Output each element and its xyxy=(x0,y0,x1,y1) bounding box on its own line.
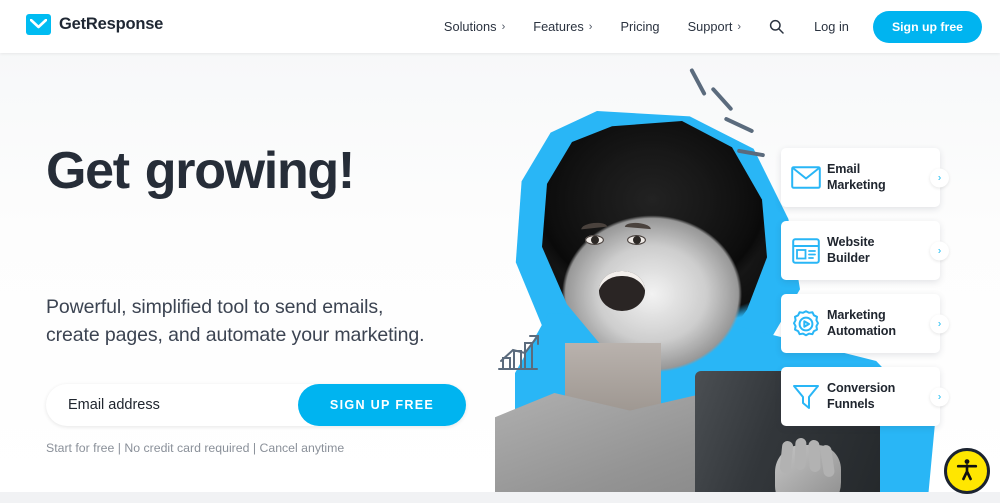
nav-label: Solutions xyxy=(443,19,497,34)
chevron-right-icon: › xyxy=(501,20,506,33)
finger xyxy=(794,437,807,471)
site-header: GetResponse Solutions › Features › Prici… xyxy=(0,0,1000,53)
chevron-right-icon: › xyxy=(930,314,949,333)
feature-card-marketing-automation[interactable]: Marketing Automation › xyxy=(781,294,949,353)
chevron-right-icon: › xyxy=(588,20,593,33)
finger xyxy=(808,439,821,473)
chevron-right-icon: › xyxy=(737,20,742,33)
signup-form: SIGN UP FREE xyxy=(46,384,466,426)
chevron-right-icon: › xyxy=(930,241,949,260)
eye-left xyxy=(585,235,604,245)
subtitle-line-2: create pages, and automate your marketin… xyxy=(46,323,425,346)
excitement-dash-icon xyxy=(710,86,734,112)
headline-plain: Get xyxy=(46,142,130,200)
nav-item-support[interactable]: Support › xyxy=(674,0,756,53)
brand-name: GetResponse xyxy=(59,15,164,33)
hero-section: Get growing! Powerful, simplified tool to… xyxy=(0,53,1000,492)
signup-free-submit-button[interactable]: SIGN UP FREE xyxy=(298,384,466,426)
envelope-icon xyxy=(781,166,827,189)
feature-card-conversion-funnels[interactable]: Conversion Funnels › xyxy=(781,367,949,426)
excitement-dash-icon xyxy=(689,67,707,97)
subtitle-line-1: Powerful, simplified tool to send emails… xyxy=(46,296,384,318)
envelope-logo-icon xyxy=(26,14,51,35)
headline-highlight: growing! xyxy=(135,145,362,197)
hero-subtitle: Powerful, simplified tool to send emails… xyxy=(46,294,425,349)
excitement-dash-icon xyxy=(723,116,755,134)
open-mouth xyxy=(599,271,645,311)
gear-play-icon xyxy=(781,309,827,339)
email-input[interactable] xyxy=(46,385,296,425)
funnel-icon xyxy=(781,383,827,411)
nav-item-pricing[interactable]: Pricing xyxy=(606,0,673,53)
nav-label: Support xyxy=(687,19,733,34)
eye-right xyxy=(627,235,646,245)
signup-disclaimer: Start for free | No credit card required… xyxy=(46,441,345,455)
accessibility-person-icon xyxy=(955,457,979,486)
nav-label: Features xyxy=(533,19,584,34)
login-link[interactable]: Log in xyxy=(798,0,865,53)
page-bottom-strip xyxy=(0,492,1000,503)
feature-card-label: Email Marketing xyxy=(827,161,886,192)
search-icon[interactable] xyxy=(755,0,798,53)
nav-label: Pricing xyxy=(620,19,660,34)
browser-window-icon xyxy=(781,237,827,264)
feature-card-email-marketing[interactable]: Email Marketing › xyxy=(781,148,949,207)
main-navigation: Solutions › Features › Pricing Support ›… xyxy=(430,0,982,53)
feature-card-label: Marketing Automation xyxy=(827,307,896,338)
chevron-right-icon: › xyxy=(930,168,949,187)
growth-chart-doodle-icon xyxy=(495,331,543,378)
feature-card-label: Website Builder xyxy=(827,234,875,265)
feature-card-website-builder[interactable]: Website Builder › xyxy=(781,221,949,280)
accessibility-widget-button[interactable] xyxy=(944,448,990,494)
feature-card-label: Conversion Funnels xyxy=(827,380,896,411)
nav-item-solutions[interactable]: Solutions › xyxy=(430,0,519,53)
page-title: Get growing! xyxy=(46,145,362,197)
chevron-right-icon: › xyxy=(930,387,949,406)
brand-logo[interactable]: GetResponse xyxy=(26,14,163,35)
nav-item-features[interactable]: Features › xyxy=(519,0,606,53)
signup-free-button[interactable]: Sign up free xyxy=(872,10,982,43)
page-root: GetResponse Solutions › Features › Prici… xyxy=(0,0,1000,503)
